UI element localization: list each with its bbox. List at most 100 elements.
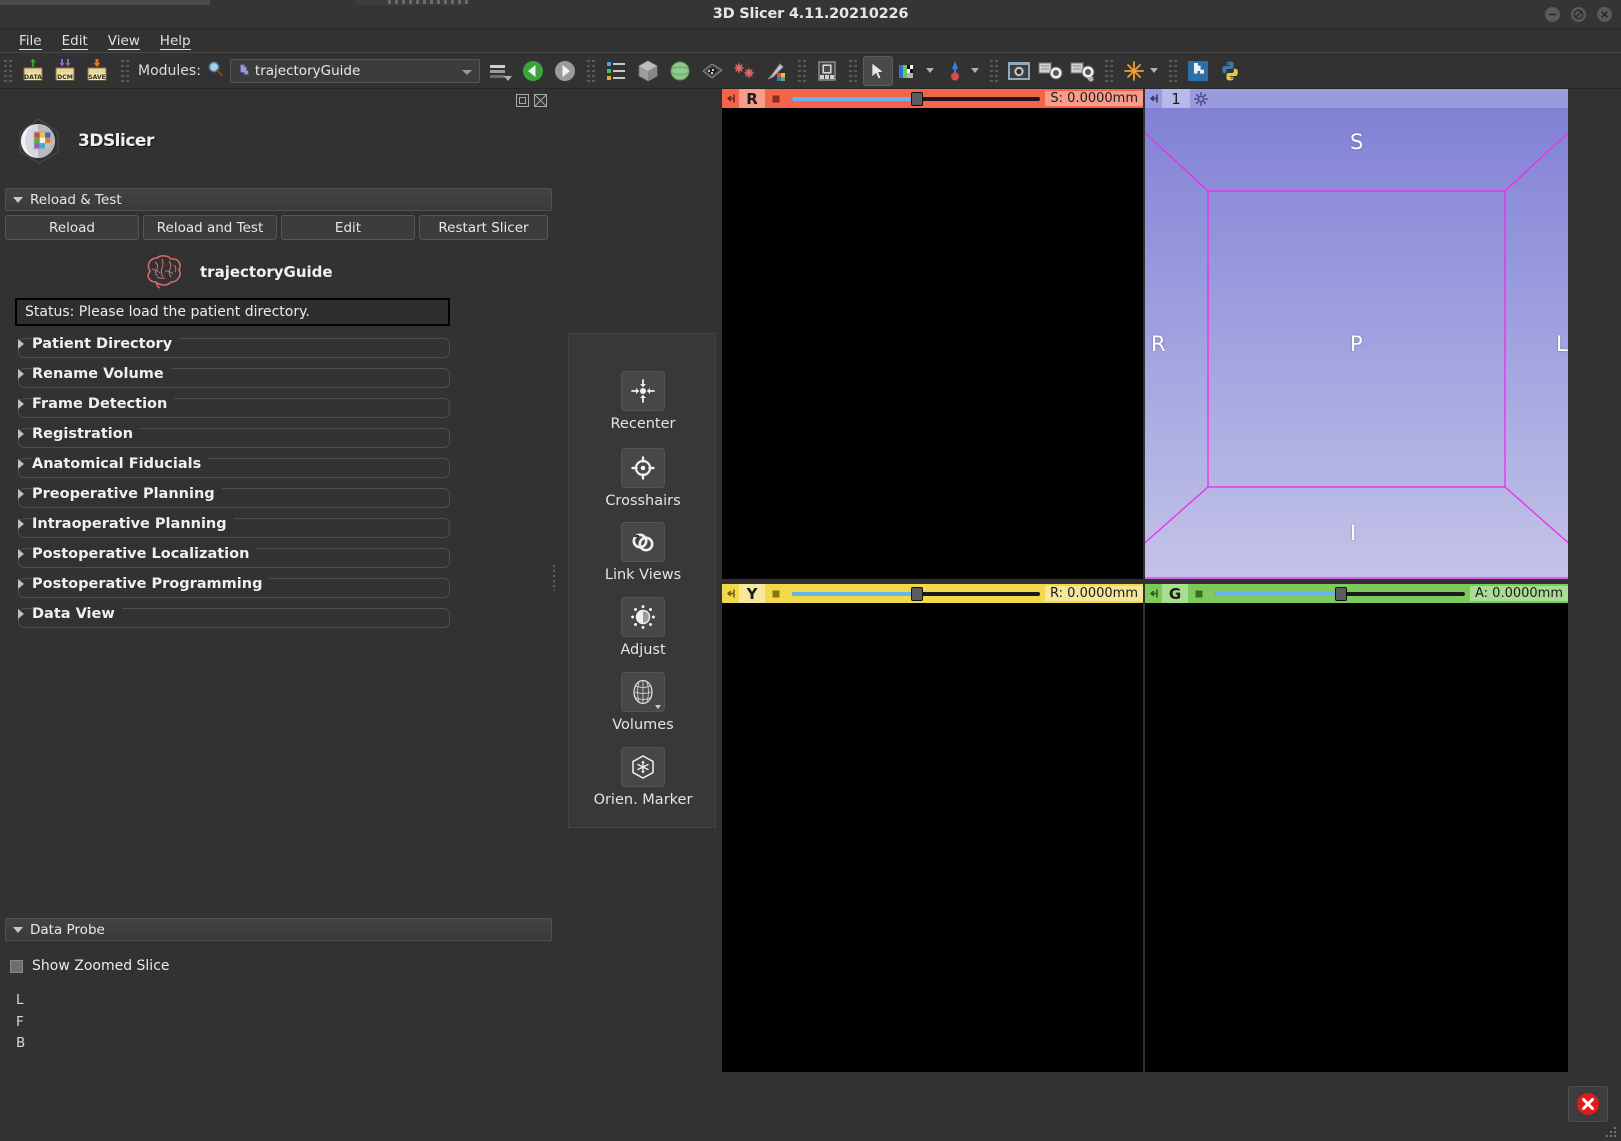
brain-volume-icon[interactable] (621, 672, 665, 712)
red-slice-letter[interactable]: R (739, 89, 765, 108)
recenter-tool[interactable]: Recenter (569, 371, 717, 432)
markups-fiducial-icon[interactable] (729, 56, 759, 86)
toolbar-grip-extras[interactable] (1168, 59, 1178, 82)
link-chain-icon[interactable] (621, 522, 665, 562)
history-list-icon[interactable] (486, 56, 516, 86)
extension-puzzle-icon[interactable] (1183, 56, 1213, 86)
pin-icon[interactable] (1145, 584, 1162, 603)
edit-button[interactable]: Edit (281, 215, 415, 240)
section-frame-detection[interactable]: Frame Detection (14, 389, 450, 419)
toolbar-grip-modules2[interactable] (586, 59, 596, 82)
segmentations-grid-icon[interactable] (697, 56, 727, 86)
menu-view[interactable]: View (98, 32, 150, 50)
yellow-slice-letter[interactable]: Y (739, 584, 765, 603)
minimize-icon[interactable] (1545, 7, 1560, 22)
save-folder-icon[interactable]: SAVE (82, 56, 112, 86)
pin-icon[interactable] (1145, 89, 1162, 108)
menu-help[interactable]: Help (150, 32, 201, 50)
panel-splitter-handle[interactable] (552, 565, 558, 591)
volumes-tool[interactable]: Volumes (569, 672, 717, 733)
crosshairs-tool[interactable]: Crosshairs (569, 448, 717, 509)
scene-view-restore-icon[interactable] (1068, 56, 1098, 86)
link-views-tool[interactable]: Link Views (569, 522, 717, 583)
green-slice-slider[interactable] (1210, 584, 1470, 603)
menu-edit[interactable]: Edit (52, 32, 98, 50)
crosshair-dropdown-icon[interactable] (1149, 68, 1163, 73)
orientation-marker-tool[interactable]: Orien. Marker (569, 747, 717, 808)
crosshair-target-icon[interactable] (621, 448, 665, 488)
window-level-dropdown-icon[interactable] (925, 68, 939, 73)
section-intraoperative-planning[interactable]: Intraoperative Planning (14, 509, 450, 539)
volumes-menu-arrow-icon[interactable] (655, 705, 661, 709)
section-postoperative-localization[interactable]: Postoperative Localization (14, 539, 450, 569)
red-slice-view[interactable]: R S: 0.0000mm (722, 89, 1143, 579)
volume-cube-icon[interactable] (633, 56, 663, 86)
threed-view-number[interactable]: 1 (1162, 89, 1190, 108)
show-zoomed-slice-checkbox[interactable]: Show Zoomed Slice (10, 958, 170, 974)
section-anatomical-fiducials[interactable]: Anatomical Fiducials (14, 449, 450, 479)
section-preoperative-planning[interactable]: Preoperative Planning (14, 479, 450, 509)
back-arrow-icon[interactable] (518, 56, 548, 86)
section-registration[interactable]: Registration (14, 419, 450, 449)
resize-grip-icon[interactable] (1604, 1125, 1618, 1139)
scene-view-capture-icon[interactable] (1036, 56, 1066, 86)
magnifier-icon[interactable] (207, 60, 224, 81)
yellow-slice-slider[interactable] (787, 584, 1045, 603)
slice-visibility-icon[interactable] (765, 89, 787, 108)
pin-icon[interactable] (722, 89, 739, 108)
panel-close-icon[interactable] (534, 92, 547, 111)
section-rename-volume[interactable]: Rename Volume (14, 359, 450, 389)
brightness-contrast-icon[interactable] (621, 597, 665, 637)
threed-view[interactable]: 1 S I R L P (1145, 89, 1568, 579)
slice-visibility-icon[interactable] (1188, 584, 1210, 603)
toolbar-grip-crosshair[interactable] (1104, 59, 1114, 82)
place-fiducial-dropdown-icon[interactable] (970, 68, 984, 73)
red-slice-slider[interactable] (787, 89, 1045, 108)
slider-handle[interactable] (1334, 587, 1347, 601)
yellow-slice-view[interactable]: Y R: 0.0000mm (722, 584, 1143, 1072)
pin-icon[interactable] (722, 584, 739, 603)
toolbar-grip-layout[interactable] (797, 59, 807, 82)
menu-file[interactable]: File (9, 32, 52, 50)
mouse-arrow-icon[interactable] (862, 55, 893, 86)
chevron-down-icon[interactable] (461, 69, 472, 75)
slider-handle[interactable] (910, 587, 923, 601)
models-sphere-icon[interactable] (665, 56, 695, 86)
toolbar-grip-modules[interactable] (121, 59, 130, 82)
green-slice-letter[interactable]: G (1162, 584, 1188, 603)
dicom-folder-icon[interactable]: DCM (50, 56, 80, 86)
close-icon[interactable] (1597, 7, 1612, 22)
view-settings-icon[interactable] (1190, 89, 1212, 108)
toolbar-grip-file[interactable] (4, 59, 13, 82)
layout-grid-icon[interactable] (812, 56, 842, 86)
slider-handle[interactable] (911, 92, 924, 106)
module-selector-combobox[interactable]: trajectoryGuide (229, 58, 480, 83)
error-log-button[interactable] (1568, 1086, 1608, 1122)
reload-button[interactable]: Reload (5, 215, 139, 240)
segment-editor-paint-icon[interactable] (761, 56, 791, 86)
data-probe-section-header[interactable]: Data Probe (5, 918, 552, 941)
maximize-icon[interactable] (1571, 7, 1586, 22)
toolbar-grip-mouse[interactable] (848, 59, 858, 82)
subject-hierarchy-icon[interactable] (601, 56, 631, 86)
section-data-view[interactable]: Data View (14, 599, 450, 629)
green-slice-view[interactable]: G A: 0.0000mm (1145, 584, 1568, 1072)
section-postoperative-programming[interactable]: Postoperative Programming (14, 569, 450, 599)
adjust-tool[interactable]: Adjust (569, 597, 717, 658)
recenter-icon[interactable] (621, 371, 665, 411)
place-fiducial-icon[interactable] (940, 56, 970, 86)
panel-float-icon[interactable] (516, 92, 529, 111)
forward-arrow-icon[interactable] (550, 56, 580, 86)
camera-icon[interactable] (1004, 56, 1034, 86)
window-level-icon[interactable] (895, 56, 925, 86)
python-icon[interactable] (1215, 56, 1245, 86)
section-patient-directory[interactable]: Patient Directory (14, 329, 450, 359)
toolbar-grip-capture[interactable] (989, 59, 999, 82)
crosshair-orange-icon[interactable] (1119, 56, 1149, 86)
data-folder-icon[interactable]: DATA (18, 56, 48, 86)
reload-and-test-section-header[interactable]: Reload & Test (5, 188, 552, 211)
restart-slicer-button[interactable]: Restart Slicer (419, 215, 548, 240)
reload-and-test-button[interactable]: Reload and Test (143, 215, 277, 240)
slice-visibility-icon[interactable] (765, 584, 787, 603)
orientation-marker-cube-icon[interactable] (621, 747, 665, 787)
